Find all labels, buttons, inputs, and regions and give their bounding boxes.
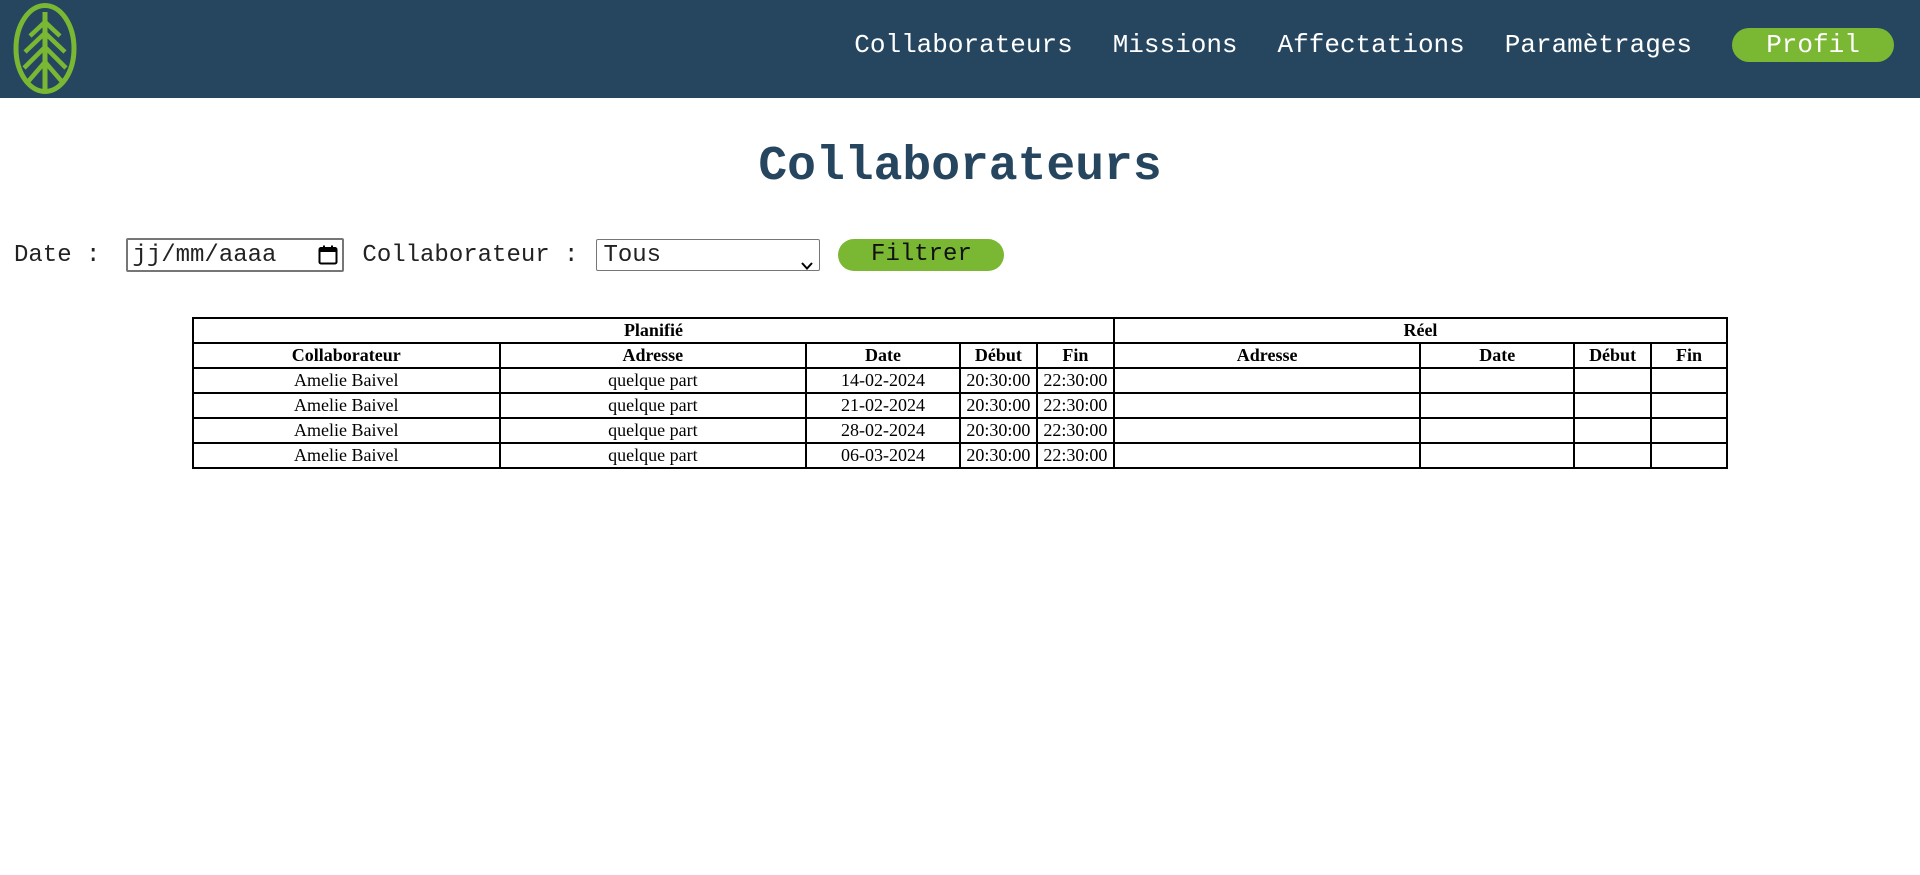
table-row: Amelie Baivel quelque part 14-02-2024 20… [192, 367, 1728, 394]
table-cell [1419, 392, 1576, 419]
nav-link-collaborateurs[interactable]: Collaborateurs [854, 30, 1072, 60]
date-label: Date : [14, 241, 101, 269]
table-cell [1650, 367, 1728, 394]
table-cell [1112, 442, 1422, 469]
table-cell: 20:30:00 [958, 367, 1038, 394]
chevron-down-icon [801, 251, 814, 270]
date-field[interactable]: jj/mm/aaaa [126, 238, 345, 272]
main-nav: Collaborateurs Missions Affectations Par… [814, 28, 1894, 62]
table-cell [1650, 417, 1728, 444]
nav-link-missions[interactable]: Missions [1113, 30, 1238, 60]
column-header: Adresse [1112, 342, 1422, 369]
page-title: Collaborateurs [758, 140, 1162, 194]
table-cell: 22:30:00 [1035, 417, 1115, 444]
table-cell: 22:30:00 [1035, 367, 1115, 394]
table-cell: quelque part [498, 392, 808, 419]
date-placeholder: jj/mm/aaaa [132, 241, 277, 269]
profile-button[interactable]: Profil [1732, 28, 1894, 62]
table-cell: 22:30:00 [1035, 442, 1115, 469]
table-cell [1419, 442, 1576, 469]
table-cell [1419, 367, 1576, 394]
table-cell: Amelie Baivel [192, 392, 501, 419]
group-header-actual: Réel [1112, 317, 1729, 344]
table-cell: Amelie Baivel [192, 442, 501, 469]
table-cell: 20:30:00 [958, 392, 1038, 419]
table-cell [1419, 417, 1576, 444]
table-cell: quelque part [498, 417, 808, 444]
column-header: Fin [1650, 342, 1728, 369]
table-cell [1112, 392, 1422, 419]
table-cell [1650, 392, 1728, 419]
tree-logo-icon[interactable] [12, 2, 78, 95]
table-cell [1573, 392, 1653, 419]
table-cell: 22:30:00 [1035, 392, 1115, 419]
column-header: Début [1573, 342, 1653, 369]
table-cell: quelque part [498, 367, 808, 394]
column-header-row: Collaborateur Adresse Date Début Fin Adr… [192, 342, 1728, 369]
table-cell: 06-03-2024 [805, 442, 961, 469]
collaborator-label: Collaborateur : [362, 241, 579, 269]
group-header-row: Planifié Réel [192, 317, 1729, 344]
table-cell [1650, 442, 1728, 469]
column-header: Début [958, 342, 1038, 369]
group-header-planned: Planifié [192, 317, 1115, 344]
column-header: Date [1419, 342, 1576, 369]
table-cell: Amelie Baivel [192, 417, 501, 444]
table-cell [1112, 417, 1422, 444]
table-cell [1573, 442, 1653, 469]
table-cell: 14-02-2024 [805, 367, 961, 394]
filter-bar: Date : jj/mm/aaaa Collaborateur : Tous F… [14, 238, 1005, 272]
table-cell [1573, 367, 1653, 394]
table-cell: 20:30:00 [958, 417, 1038, 444]
table-cell [1112, 367, 1422, 394]
table-row: Amelie Baivel quelque part 06-03-2024 20… [192, 442, 1728, 469]
nav-link-parametrages[interactable]: Paramètrages [1505, 30, 1692, 60]
nav-link-affectations[interactable]: Affectations [1278, 30, 1465, 60]
table-cell [1573, 417, 1653, 444]
column-header: Fin [1035, 342, 1115, 369]
filter-button[interactable]: Filtrer [838, 239, 1005, 271]
column-header: Collaborateur [192, 342, 501, 369]
column-header: Adresse [498, 342, 808, 369]
table-cell: 20:30:00 [958, 442, 1038, 469]
table-cell: 21-02-2024 [805, 392, 961, 419]
calendar-icon[interactable] [318, 245, 338, 265]
collaborator-select-value: Tous [603, 241, 662, 269]
collaborator-select[interactable]: Tous [596, 239, 821, 271]
assignments-table: Planifié Réel Collaborateur Adresse Date… [192, 317, 1729, 469]
table-cell: quelque part [498, 442, 808, 469]
top-navbar: Collaborateurs Missions Affectations Par… [0, 0, 1920, 98]
table-row: Amelie Baivel quelque part 28-02-2024 20… [192, 417, 1728, 444]
table-row: Amelie Baivel quelque part 21-02-2024 20… [192, 392, 1728, 419]
table-cell: Amelie Baivel [192, 367, 501, 394]
table-cell: 28-02-2024 [805, 417, 961, 444]
column-header: Date [805, 342, 961, 369]
